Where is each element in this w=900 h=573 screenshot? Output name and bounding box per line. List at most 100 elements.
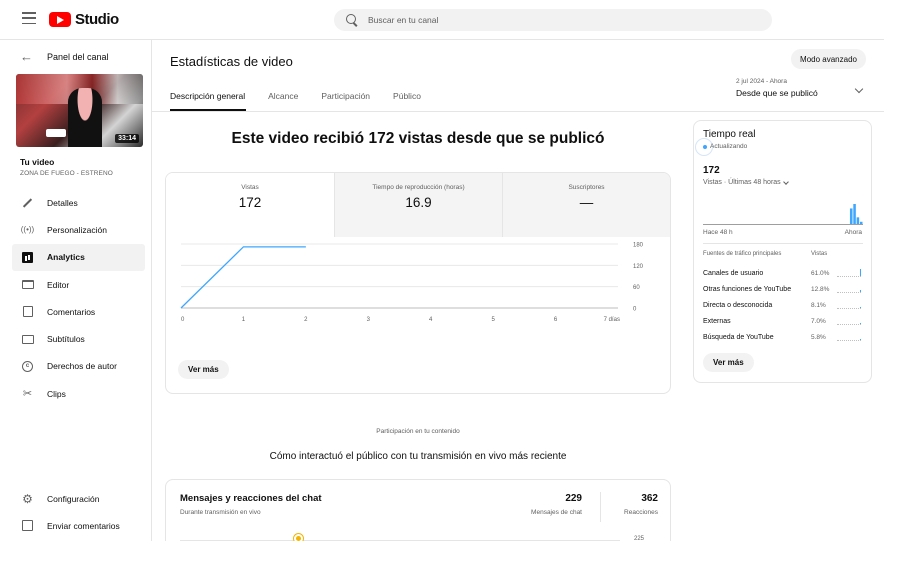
video-thumbnail[interactable]: 33:14: [16, 74, 143, 147]
chat-reactions-stat[interactable]: 362 Reacciones: [606, 493, 658, 516]
table-row: Directa o desconocida 8.1%: [703, 297, 863, 313]
sidebar: ← Panel del canal 33:14 Tu video ZONA DE…: [0, 40, 152, 541]
realtime-status: Actualizando: [703, 143, 747, 150]
tabs-divider: [152, 111, 884, 112]
y-tick-label: 180: [633, 243, 644, 249]
sidebar-item-clips[interactable]: ✂ Clips: [12, 380, 145, 407]
tab-reach[interactable]: Alcance: [268, 91, 321, 111]
engagement-section-label: Participación en tu contenido: [376, 428, 460, 435]
copyright-icon: c: [21, 360, 34, 373]
sidebar-item-analytics[interactable]: Analytics: [12, 243, 145, 271]
horizontal-scrollbar[interactable]: [0, 541, 900, 573]
tab-bar: Descripción general Alcance Participació…: [170, 91, 444, 111]
metric-watch-time[interactable]: Tiempo de reproducción (horas) 16.9: [334, 173, 502, 237]
views-series-line: [180, 246, 306, 309]
sidebar-bottom-nav: ⚙ Configuración Enviar comentarios: [12, 485, 145, 540]
x-tick-label: 2: [304, 317, 308, 323]
live-dot-icon: [703, 144, 707, 149]
chat-reactions-card: Mensajes y reacciones del chat Durante t…: [165, 479, 671, 541]
table-row: Canales de usuario 61.0%: [703, 265, 863, 281]
overview-card: Vistas 172 Tiempo de reproducción (horas…: [165, 172, 671, 394]
realtime-period-selector[interactable]: Vistas · Últimas 48 horas: [703, 178, 789, 186]
traffic-sources-table: Fuentes de tráfico principales Vistas Ca…: [703, 251, 863, 345]
vertical-scrollbar[interactable]: [884, 0, 900, 541]
search-input[interactable]: [368, 15, 748, 25]
sidebar-item-editor[interactable]: Editor: [12, 271, 145, 298]
realtime-bar[interactable]: [856, 217, 860, 224]
engagement-section-title: Cómo interactuó el público con tu transm…: [269, 451, 567, 462]
gear-icon: ⚙: [22, 491, 33, 506]
date-range-label: Desde que se publicó: [736, 88, 818, 98]
realtime-title: Tiempo real: [703, 129, 756, 140]
realtime-axis-end: Ahora: [844, 229, 862, 236]
studio-page: Studio ← Panel del canal 33:14 Tu video …: [0, 0, 884, 541]
back-label: Panel del canal: [47, 51, 109, 62]
main-content: Estadísticas de video Modo avanzado 2 ju…: [152, 40, 884, 541]
x-tick-label: 6: [554, 317, 558, 323]
video-subtitle: ZONA DE FUEGO - ESTRENO: [20, 170, 113, 177]
search-icon[interactable]: [346, 14, 358, 26]
sidebar-item-settings[interactable]: ⚙ Configuración: [12, 485, 145, 512]
tab-engagement[interactable]: Participación: [321, 91, 393, 111]
youtube-play-icon: [49, 12, 71, 27]
y-tick-label: 60: [633, 285, 640, 291]
sidebar-item-comments[interactable]: Comentarios: [12, 298, 145, 325]
top-header: Studio: [0, 0, 884, 40]
table-row: Otras funciones de YouTube 12.8%: [703, 281, 863, 297]
chat-messages-stat[interactable]: 229 Mensajes de chat: [522, 493, 582, 516]
pencil-icon: [21, 196, 34, 209]
realtime-card: Tiempo real Actualizando 172 Vistas · Úl…: [693, 120, 872, 383]
realtime-bar[interactable]: [849, 208, 853, 224]
y-tick-label: 120: [633, 264, 644, 270]
metric-subscribers[interactable]: Suscriptores —: [502, 173, 670, 237]
metric-views[interactable]: Vistas 172: [166, 173, 334, 237]
realtime-bar[interactable]: [853, 204, 856, 224]
subtitles-icon: [21, 333, 34, 346]
video-duration: 33:14: [115, 134, 139, 143]
date-range-selector[interactable]: 2 jul 2024 - Ahora Desde que se publicó: [736, 78, 866, 98]
tab-audience[interactable]: Público: [393, 91, 444, 111]
search-bar[interactable]: [334, 9, 772, 31]
realtime-count: 172: [703, 165, 720, 176]
realtime-bar[interactable]: [859, 221, 863, 224]
comments-icon: [21, 305, 34, 318]
studio-logo[interactable]: Studio: [49, 11, 119, 28]
sidebar-item-copyright[interactable]: c Derechos de autor: [12, 353, 145, 380]
menu-icon[interactable]: [22, 12, 36, 24]
chevron-down-icon: [782, 178, 789, 185]
x-tick-label: 0: [181, 317, 185, 323]
editor-icon: [21, 278, 34, 291]
chat-card-title: Mensajes y reacciones del chat: [180, 493, 322, 504]
x-tick-label: 1: [242, 317, 246, 323]
live-marker-icon[interactable]: [294, 534, 303, 541]
chat-card-subtitle: Durante transmisión en vivo: [180, 509, 261, 516]
views-headline: Este video recibió 172 vistas desde que …: [231, 130, 605, 147]
x-tick-label: 7 días: [604, 317, 620, 323]
video-title: Tu video: [20, 157, 55, 167]
realtime-bar-chart: [703, 204, 863, 225]
realtime-see-more-button[interactable]: Ver más: [703, 353, 754, 372]
table-row: Externas 7.0%: [703, 313, 863, 329]
traffic-sources-header: Fuentes de tráfico principales Vistas: [703, 251, 828, 257]
broadcast-icon: ((•)): [20, 225, 35, 235]
realtime-axis-start: Hace 48 h: [703, 229, 733, 236]
sidebar-item-customization[interactable]: ((•)) Personalización: [12, 216, 145, 243]
x-tick-label: 5: [491, 317, 495, 323]
sidebar-nav: Detalles ((•)) Personalización Analytics…: [12, 189, 145, 407]
logo-text: Studio: [75, 11, 119, 28]
sidebar-item-feedback[interactable]: Enviar comentarios: [12, 512, 145, 539]
sidebar-item-subtitles[interactable]: Subtítulos: [12, 325, 145, 352]
y-tick-label: 0: [633, 307, 637, 313]
views-line-chart: 0 60 120 180 0 1 2 3 4 5 6 7 días: [180, 243, 644, 323]
advanced-mode-button[interactable]: Modo avanzado: [791, 49, 866, 69]
clips-icon: ✂: [22, 388, 33, 401]
x-tick-label: 4: [429, 317, 433, 323]
see-more-button[interactable]: Ver más: [178, 360, 229, 379]
table-row: Búsqueda de YouTube 5.8%: [703, 329, 863, 345]
date-range-dates: 2 jul 2024 - Ahora: [736, 78, 787, 85]
back-to-dashboard[interactable]: ← Panel del canal: [20, 50, 109, 63]
tab-overview[interactable]: Descripción general: [170, 91, 268, 111]
x-tick-label: 3: [367, 317, 371, 323]
analytics-icon: [21, 251, 34, 264]
sidebar-item-details[interactable]: Detalles: [12, 189, 145, 216]
